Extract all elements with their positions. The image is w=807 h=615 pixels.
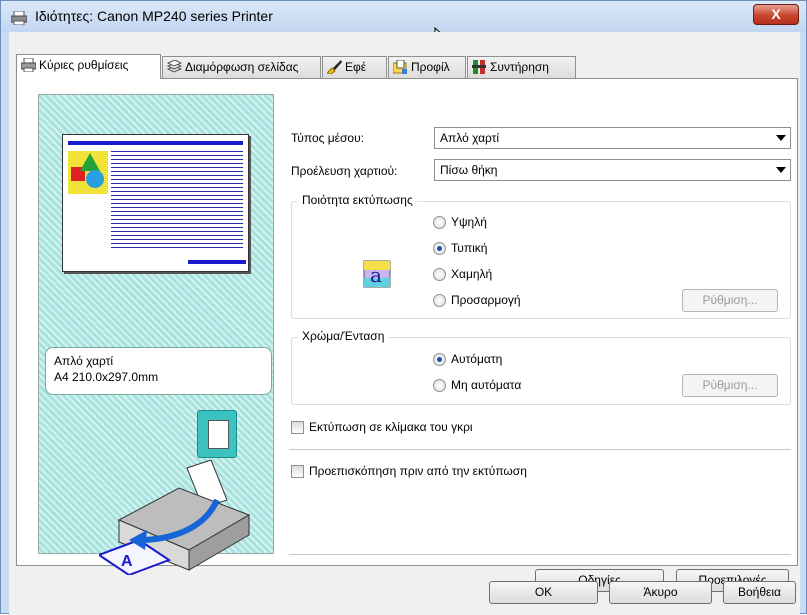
printer-icon [11, 11, 27, 25]
radio-dot [433, 379, 446, 392]
chevron-down-icon [776, 135, 786, 141]
printer-properties-window: Ιδιότητες: Canon MP240 series Printer X … [0, 0, 807, 615]
orientation-icon [197, 410, 237, 458]
quality-set-button[interactable]: Ρύθμιση... [682, 289, 778, 312]
quality-standard-radio[interactable]: Τυπική [433, 241, 487, 257]
quality-custom-label: Προσαρμογή [451, 293, 521, 307]
quality-draft-radio[interactable]: Χαμηλή [433, 267, 492, 283]
paper-source-value: Πίσω θήκη [440, 163, 498, 177]
tab-label: Διαμόρφωση σελίδας [185, 60, 299, 74]
preview-before-print-label: Προεπισκόπηση πριν από την εκτύπωση [309, 464, 527, 478]
tab-label: Προφίλ [411, 60, 450, 74]
quality-high-label: Υψηλή [451, 215, 487, 229]
quality-standard-label: Τυπική [451, 241, 488, 255]
text-lines-sample [111, 151, 243, 251]
dialog-client-area: Κύριες ρυθμίσεις Διαμόρφωση σελίδας Εφέ [9, 32, 800, 615]
color-set-button[interactable]: Ρύθμιση... [682, 374, 778, 397]
color-auto-radio[interactable]: Αυτόματη [433, 352, 502, 368]
ok-button[interactable]: OK [489, 581, 598, 604]
color-intensity-title: Χρώμα/Ένταση [298, 329, 389, 343]
color-auto-label: Αυτόματη [451, 352, 503, 366]
svg-text:a: a [370, 263, 382, 287]
grayscale-checkbox[interactable]: Εκτύπωση σε κλίμακα του γκρι [291, 420, 473, 436]
radio-dot [433, 353, 446, 366]
paper-source-label: Προέλευση χαρτιού: [291, 164, 398, 178]
media-size: A4 210.0x297.0mm [54, 370, 159, 384]
print-quality-title: Ποιότητα εκτύπωσης [298, 193, 417, 207]
tab-label: Κύριες ρυθμίσεις [39, 58, 129, 72]
color-manual-radio[interactable]: Μη αυτόματα [433, 378, 521, 394]
svg-text:A: A [121, 553, 133, 570]
title-bar[interactable]: Ιδιότητες: Canon MP240 series Printer X [1, 1, 806, 47]
portrait-sheet-icon [208, 420, 229, 449]
tab-label: Εφέ [345, 60, 367, 74]
print-quality-group: Ποιότητα εκτύπωσης a Υψηλή Τυπική Χαμηλή… [291, 193, 791, 319]
radio-dot [433, 242, 446, 255]
pages-icon [167, 60, 182, 73]
media-type-value: Απλό χαρτί [440, 131, 500, 145]
chevron-down-icon [776, 167, 786, 173]
preview-before-print-checkbox[interactable]: Προεπισκόπηση πριν από την εκτύπωση [291, 464, 527, 480]
help-button[interactable]: Βοήθεια [723, 581, 796, 604]
printer-icon [21, 58, 36, 72]
checkbox-box [291, 421, 304, 434]
window-title: Ιδιότητες: Canon MP240 series Printer [35, 8, 273, 24]
brush-icon [327, 60, 342, 74]
radio-dot [433, 294, 446, 307]
cancel-button[interactable]: Άκυρο [609, 581, 712, 604]
checkbox-box [291, 465, 304, 478]
media-type-select[interactable]: Απλό χαρτί [434, 127, 791, 149]
paper-header-bar [68, 141, 243, 145]
image-sample-icon [68, 151, 108, 194]
color-manual-label: Μη αυτόματα [451, 378, 522, 392]
print-quality-icon: a [363, 260, 391, 288]
radio-dot [433, 216, 446, 229]
main-settings-panel: Απλό χαρτί A4 210.0x297.0mm A Τύπος μέσο… [16, 78, 798, 592]
paper-preview [62, 134, 249, 272]
quality-custom-radio[interactable]: Προσαρμογή [433, 293, 521, 309]
tab-effects[interactable]: Εφέ [322, 56, 387, 78]
close-button[interactable]: X [753, 4, 799, 25]
grayscale-label: Εκτύπωση σε κλίμακα του γκρι [309, 420, 473, 434]
media-type-label: Τύπος μέσου: [291, 131, 364, 145]
quality-draft-label: Χαμηλή [451, 267, 493, 281]
quality-high-radio[interactable]: Υψηλή [433, 215, 487, 231]
divider [289, 554, 791, 555]
radio-dot [433, 268, 446, 281]
divider [289, 449, 791, 450]
tools-icon [472, 60, 486, 74]
printer-illustration-icon: A [99, 460, 251, 575]
tab-maintenance[interactable]: Συντήρηση [467, 56, 576, 78]
media-name: Απλό χαρτί [54, 354, 114, 368]
tab-label: Συντήρηση [490, 60, 549, 74]
media-info-box: Απλό χαρτί A4 210.0x297.0mm [45, 347, 272, 395]
settings-preview: Απλό χαρτί A4 210.0x297.0mm A [38, 94, 274, 575]
color-intensity-group: Χρώμα/Ένταση Αυτόματη Μη αυτόματα Ρύθμισ… [291, 329, 791, 405]
tab-page-setup[interactable]: Διαμόρφωση σελίδας [162, 56, 321, 78]
folder-icon [393, 60, 407, 74]
paper-footer-bar [188, 260, 246, 264]
paper-source-select[interactable]: Πίσω θήκη [434, 159, 791, 181]
tab-main-settings[interactable]: Κύριες ρυθμίσεις [16, 54, 161, 79]
tab-profiles[interactable]: Προφίλ [388, 56, 466, 78]
